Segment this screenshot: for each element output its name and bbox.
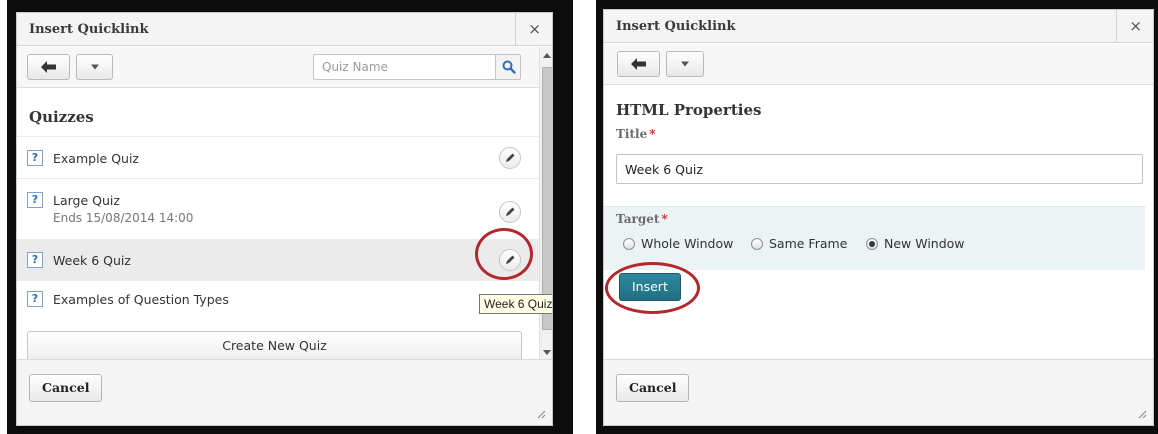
html-properties-heading: HTML Properties: [616, 101, 762, 119]
more-options-button[interactable]: [76, 54, 113, 80]
resize-grip-icon[interactable]: [536, 409, 546, 419]
more-options-button[interactable]: [666, 51, 704, 77]
quiz-list-item[interactable]: ? Large Quiz Ends 15/08/2014 14:00: [17, 178, 539, 239]
target-panel: Target * Whole Window Same Frame New Wind…: [604, 206, 1145, 270]
title-label-text: Title: [616, 127, 648, 141]
magnifier-icon: [502, 60, 516, 74]
right-insert-quicklink-dialog: Insert Quicklink × HTML Properties Title…: [603, 9, 1154, 426]
target-option-same-frame[interactable]: Same Frame: [751, 236, 847, 251]
radio-same-frame[interactable]: [751, 237, 763, 250]
dialog-titlebar: Insert Quicklink ×: [17, 13, 552, 46]
edit-button[interactable]: [499, 249, 521, 271]
dialog-title: Insert Quicklink: [29, 22, 149, 37]
quiz-name: Example Quiz: [53, 151, 139, 166]
insert-button[interactable]: Insert: [619, 273, 681, 301]
pencil-icon: [506, 255, 515, 264]
titlebar-divider: [515, 13, 516, 46]
dialog-footer: Cancel: [604, 359, 1153, 425]
dialog-toolbar: [17, 47, 539, 88]
left-insert-quicklink-dialog: Insert Quicklink × Quizzes ? Example Qui…: [16, 12, 553, 426]
quiz-list-item[interactable]: ? Examples of Question Types: [17, 280, 539, 320]
back-button[interactable]: [617, 51, 660, 77]
quiz-icon: ?: [27, 192, 43, 208]
arrow-left-icon: [630, 58, 646, 70]
scroll-down-arrow[interactable]: [543, 350, 551, 355]
scroll-thumb[interactable]: [542, 67, 552, 330]
edit-button[interactable]: [499, 147, 521, 169]
edit-tooltip: Week 6 Quiz: [479, 294, 552, 314]
quiz-list-item[interactable]: ? Example Quiz: [17, 136, 539, 178]
list-scrollbar[interactable]: [539, 47, 552, 363]
dialog-title: Insert Quicklink: [616, 19, 736, 34]
quiz-icon: ?: [27, 291, 43, 307]
dialog-footer: Cancel: [17, 359, 552, 425]
create-new-quiz-button[interactable]: Create New Quiz: [27, 331, 522, 361]
arrow-left-icon: [40, 61, 56, 73]
chevron-down-icon: [681, 61, 689, 67]
radio-whole-window[interactable]: [623, 237, 635, 250]
close-icon[interactable]: ×: [1129, 17, 1142, 35]
chevron-down-icon: [90, 64, 99, 70]
quiz-icon: ?: [27, 150, 43, 166]
quiz-list-item[interactable]: ? Week 6 Quiz: [17, 239, 539, 280]
search-button[interactable]: [495, 54, 521, 80]
back-button[interactable]: [27, 54, 70, 80]
target-field-label: Target *: [616, 212, 668, 226]
radio-label: New Window: [884, 236, 965, 251]
pencil-icon: [506, 153, 515, 162]
quiz-end-date: Ends 15/08/2014 14:00: [53, 211, 194, 225]
target-label-text: Target: [616, 212, 660, 226]
edit-button[interactable]: [499, 201, 521, 223]
titlebar-divider: [1116, 10, 1117, 43]
required-marker: *: [649, 127, 656, 141]
title-field-label: Title *: [616, 127, 656, 141]
target-option-new-window[interactable]: New Window: [866, 236, 965, 251]
quiz-search-input[interactable]: [313, 54, 495, 80]
radio-new-window[interactable]: [866, 237, 878, 250]
resize-grip-icon[interactable]: [1137, 409, 1147, 419]
dialog-titlebar: Insert Quicklink ×: [604, 10, 1153, 43]
quiz-icon: ?: [27, 252, 43, 268]
title-input[interactable]: [616, 154, 1143, 184]
dialog-toolbar: [604, 44, 1153, 85]
radio-label: Whole Window: [641, 236, 734, 251]
cancel-button[interactable]: Cancel: [29, 374, 103, 402]
pencil-icon: [506, 207, 515, 216]
cancel-button[interactable]: Cancel: [616, 374, 690, 402]
quiz-name: Examples of Question Types: [53, 292, 229, 307]
radio-label: Same Frame: [769, 236, 848, 251]
quiz-name: Large Quiz: [53, 193, 120, 208]
close-icon[interactable]: ×: [528, 20, 541, 38]
quizzes-heading: Quizzes: [29, 108, 94, 126]
scroll-up-arrow[interactable]: [543, 53, 551, 58]
quiz-name: Week 6 Quiz: [53, 253, 131, 268]
required-marker: *: [661, 212, 668, 226]
target-option-whole-window[interactable]: Whole Window: [623, 236, 733, 251]
